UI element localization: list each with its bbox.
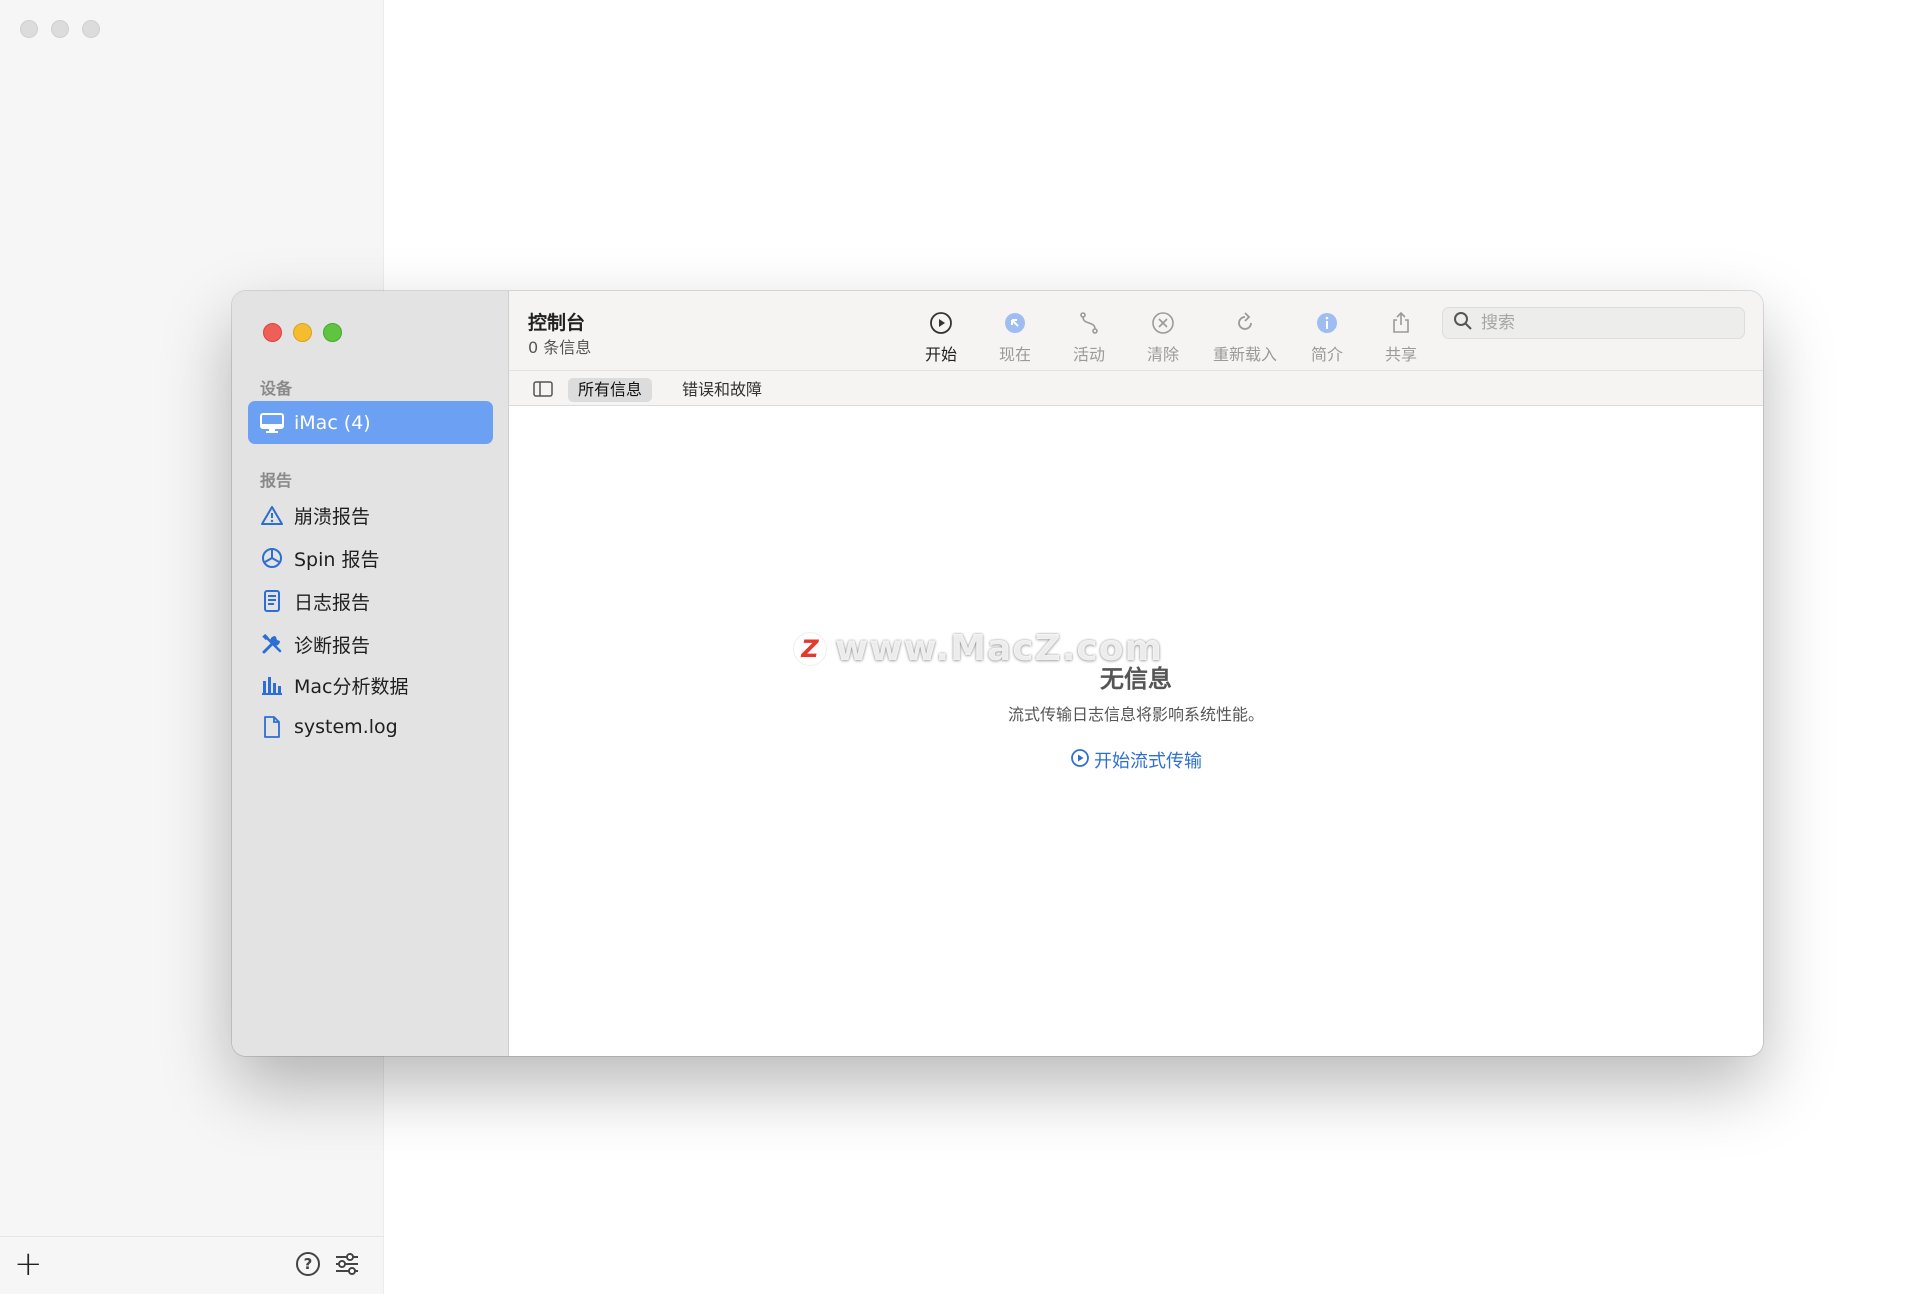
watermark-text: www.MacZ.com [835,628,1163,669]
search-field[interactable] [1442,307,1745,339]
reload-button[interactable]: 重新载入 [1205,309,1285,365]
activity-button-label: 活动 [1072,345,1105,364]
activity-icon [1077,309,1101,337]
sidebar-item-label: 日志报告 [294,591,371,614]
start-button-label: 开始 [924,345,957,364]
console-window: 设备 iMac (4) 报告 崩溃报告 Spin 报告 日志报告 诊断报告 Ma… [232,291,1763,1056]
search-input[interactable] [1481,313,1721,333]
share-icon [1389,309,1413,337]
sidebar-item-system-log[interactable]: system.log [260,712,398,742]
start-button[interactable]: 开始 [901,309,981,365]
sidebar-toggle-icon[interactable] [533,381,553,401]
sidebar-item-crash-reports[interactable]: 崩溃报告 [260,500,370,530]
sidebar-item-label: iMac (4) [294,411,371,434]
play-icon [929,309,953,337]
play-circle-icon [1070,748,1090,773]
filter-bar: 所有信息 错误和故障 [509,371,1763,406]
sidebar-item-label: 诊断报告 [294,634,371,657]
sidebar-item-log-reports[interactable]: 日志报告 [260,586,370,616]
sidebar-item-imac[interactable]: iMac (4) [248,401,493,444]
background-minimize-button[interactable] [51,20,69,38]
watermark: Z www.MacZ.com [793,628,1163,669]
background-zoom-button[interactable] [82,20,100,38]
sidebar-item-label: system.log [294,716,398,738]
sidebar-item-spin-reports[interactable]: Spin 报告 [260,543,379,573]
sidebar-item-label: 崩溃报告 [294,505,371,528]
close-button[interactable] [263,323,282,342]
sidebar-item-label: Spin 报告 [294,548,380,571]
reports-header: 报告 [260,471,293,490]
empty-state-description: 流式传输日志信息将影响系统性能。 [1007,705,1264,724]
info-button[interactable]: 简介 [1287,309,1367,365]
reload-button-label: 重新载入 [1212,345,1277,364]
message-list-area: 无信息 流式传输日志信息将影响系统性能。 开始流式传输 [509,407,1763,1056]
start-streaming-label: 开始流式传输 [1094,751,1202,772]
help-button[interactable]: ? [296,1252,320,1276]
spin-icon [260,546,284,570]
share-button-label: 共享 [1384,345,1417,364]
add-button[interactable]: + [14,1247,43,1281]
watermark-logo: Z [793,631,827,666]
now-button-label: 现在 [998,345,1031,364]
search-icon [1453,311,1473,335]
devices-header: 设备 [260,379,293,398]
share-button[interactable]: 共享 [1361,309,1441,365]
message-count: 0 条信息 [528,338,592,357]
settings-sliders-icon[interactable] [334,1252,360,1280]
file-icon [260,715,284,739]
minimize-button[interactable] [293,323,312,342]
now-button[interactable]: 现在 [975,309,1055,365]
start-streaming-link[interactable]: 开始流式传输 [509,747,1763,773]
sidebar-item-label: Mac分析数据 [294,675,409,698]
sidebar-item-diagnostic-reports[interactable]: 诊断报告 [260,629,370,659]
clear-button-label: 清除 [1146,345,1179,364]
info-icon [1315,309,1339,337]
clear-icon [1151,309,1175,337]
window-title: 控制台 [528,312,586,334]
info-button-label: 简介 [1310,345,1343,364]
arrow-now-icon [1003,309,1027,337]
toolbar: 控制台 0 条信息 开始 现在 活动 清除 重新载入 简介 共享 搜索 [509,291,1763,371]
background-close-button[interactable] [20,20,38,38]
background-bottom-bar [0,1236,384,1294]
bar-chart-icon [260,673,284,697]
traffic-lights [263,323,342,342]
tab-errors-and-faults[interactable]: 错误和故障 [672,378,772,402]
background-traffic-lights [20,20,100,38]
tools-icon [260,632,284,656]
sidebar-item-mac-analytics[interactable]: Mac分析数据 [260,670,408,700]
activity-button[interactable]: 活动 [1049,309,1129,365]
zoom-button[interactable] [323,323,342,342]
sidebar: 设备 iMac (4) 报告 崩溃报告 Spin 报告 日志报告 诊断报告 Ma… [232,291,509,1056]
tab-all-messages[interactable]: 所有信息 [568,378,653,402]
imac-icon [260,411,284,435]
warning-triangle-icon [260,503,284,527]
reload-icon [1233,309,1257,337]
document-icon [260,589,284,613]
clear-button[interactable]: 清除 [1123,309,1203,365]
